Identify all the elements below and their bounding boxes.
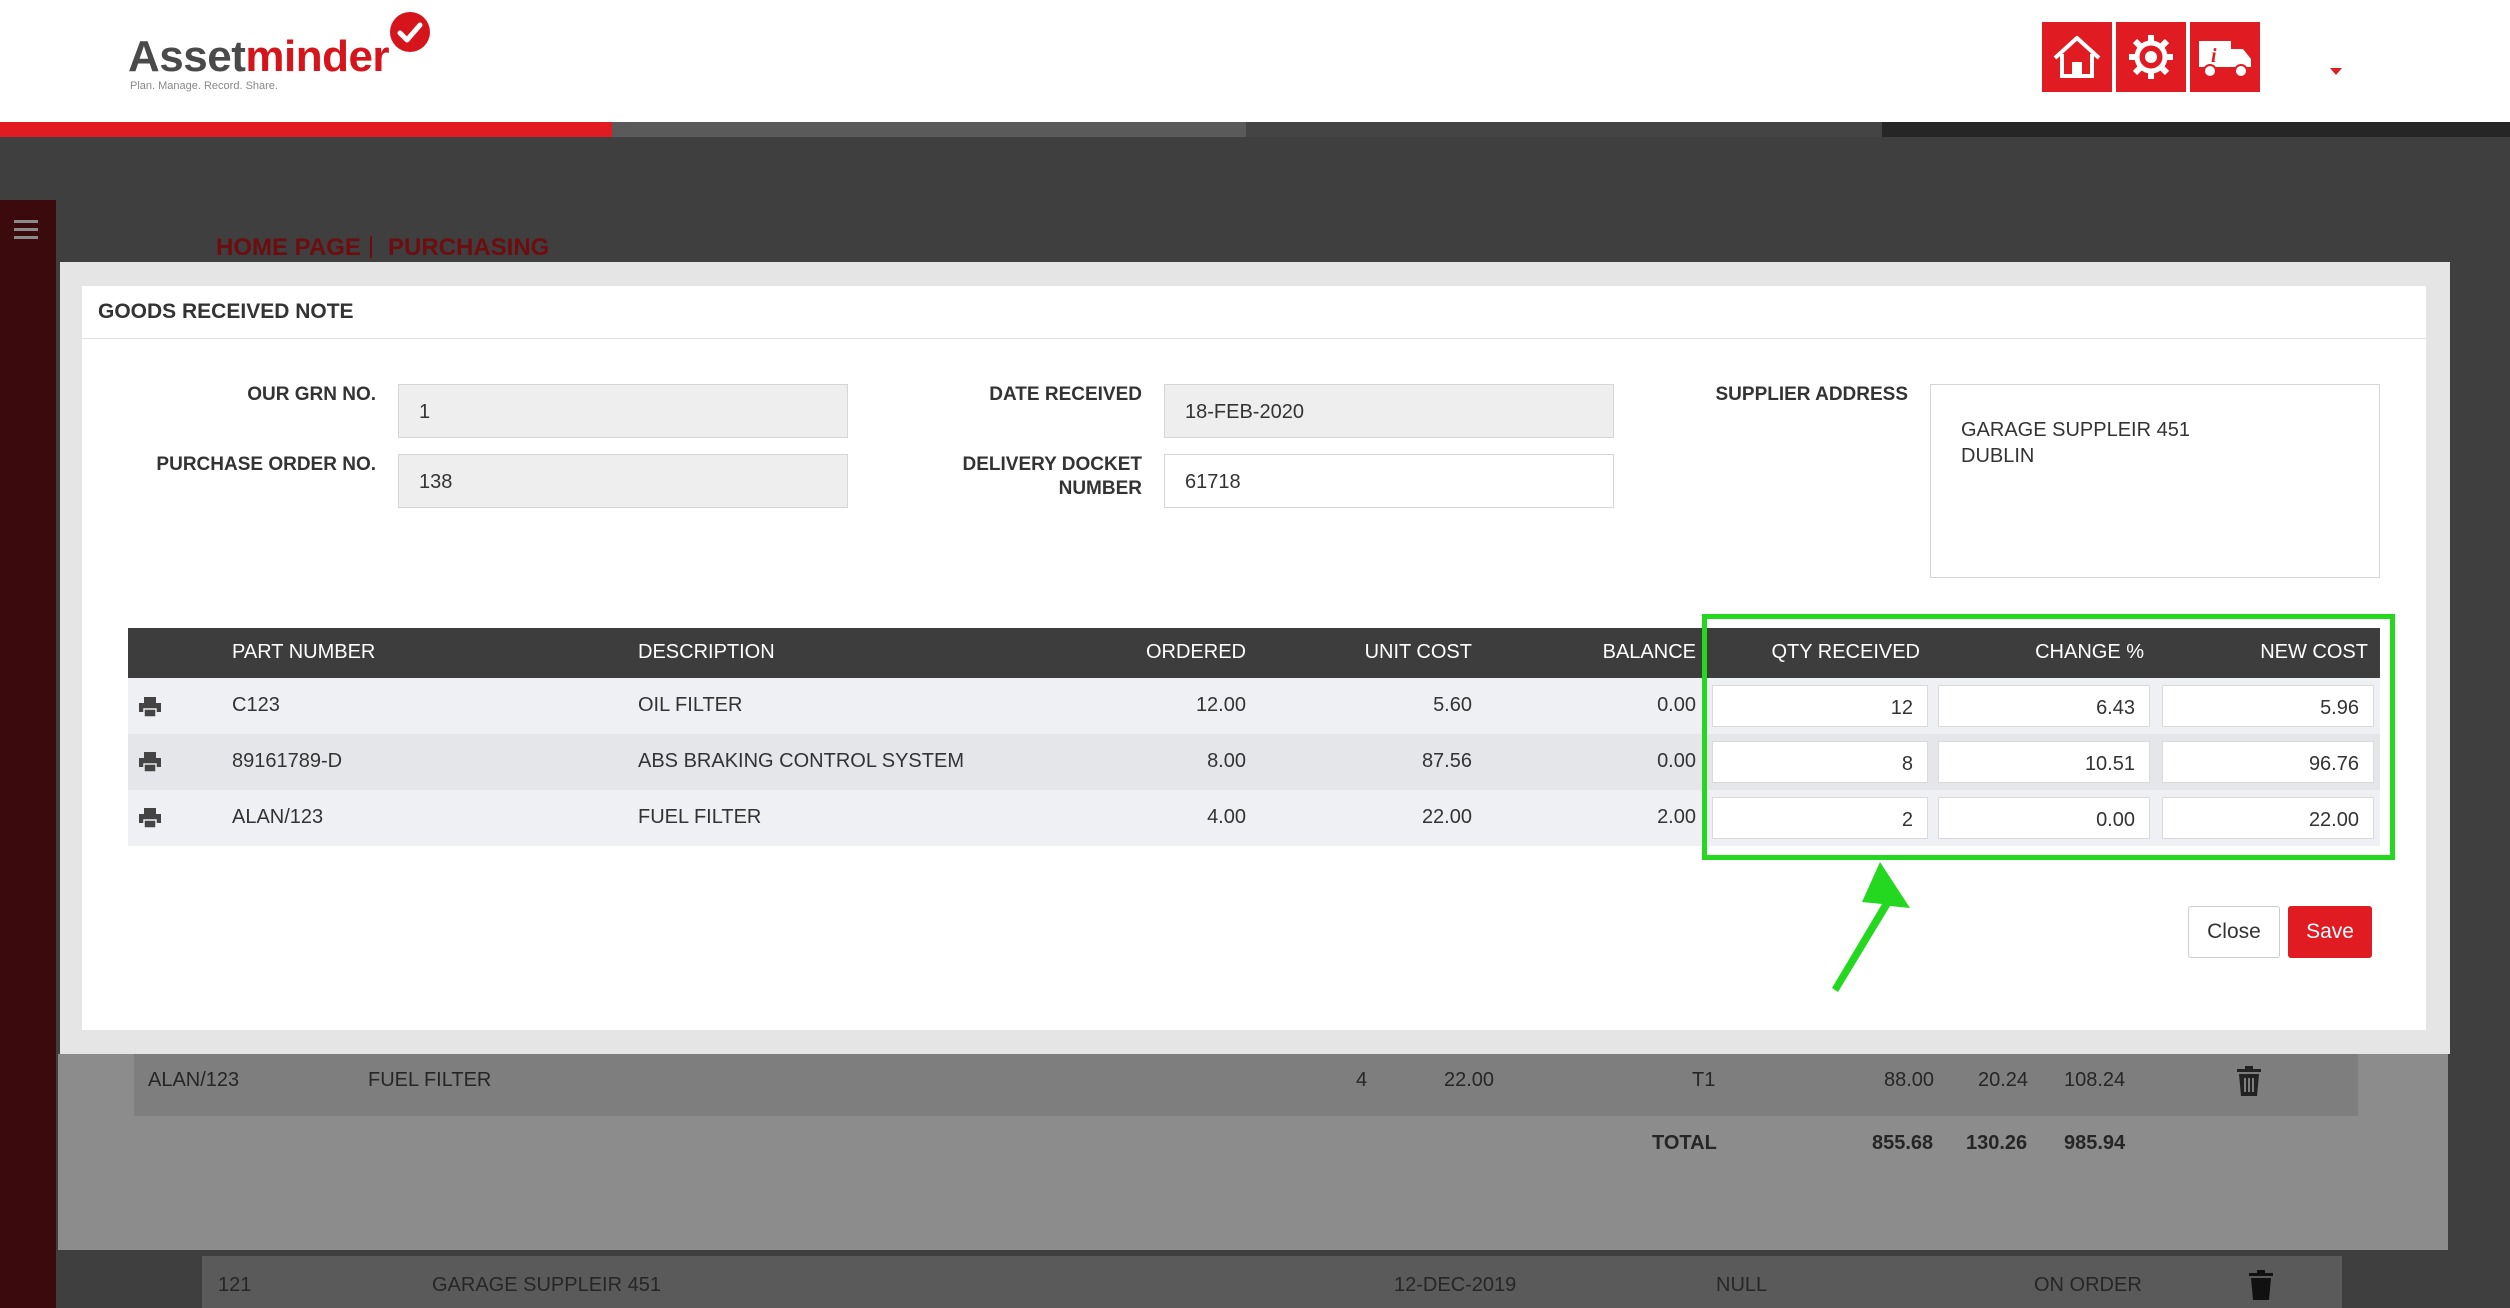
date-received-label: DATE RECEIVED bbox=[989, 384, 1142, 405]
total-gross: 985.94 bbox=[2064, 1132, 2126, 1154]
col-balance: BALANCE bbox=[1602, 641, 1696, 663]
print-icon[interactable] bbox=[139, 697, 161, 717]
header-stripe-red bbox=[0, 122, 612, 137]
row-part-number: C123 bbox=[232, 694, 280, 716]
modal-title: GOODS RECEIVED NOTE bbox=[98, 300, 354, 323]
order-line-gross: 108.24 bbox=[2064, 1069, 2126, 1091]
purchase-order-number-field: 138 bbox=[398, 454, 848, 508]
hamburger-menu-icon[interactable] bbox=[14, 220, 38, 240]
home-button[interactable] bbox=[2042, 22, 2112, 92]
supplier-address-box[interactable]: GARAGE SUPPLEIR 451 DUBLIN bbox=[1930, 384, 2380, 578]
delivery-docket-label-line2: NUMBER bbox=[1058, 478, 1142, 499]
order-line-net: 88.00 bbox=[1884, 1069, 1935, 1091]
order-line-description: FUEL FILTER bbox=[368, 1069, 492, 1091]
row-ordered: 12.00 bbox=[1195, 694, 1246, 716]
settings-button[interactable] bbox=[2116, 22, 2186, 92]
order-line-tax-code: T1 bbox=[1692, 1069, 1716, 1091]
truck-info-icon: i bbox=[2199, 41, 2251, 78]
svg-text:i: i bbox=[2211, 45, 2217, 67]
col-ordered: ORDERED bbox=[1145, 641, 1246, 663]
delivery-docket-label: DELIVERY DOCKET NUMBER bbox=[920, 453, 1142, 501]
header-stripe-dark bbox=[1246, 122, 1882, 137]
header-stripe-grey bbox=[612, 122, 1246, 137]
row-part-number: 89161789-D bbox=[232, 750, 343, 772]
col-part-number: PART NUMBER bbox=[232, 641, 376, 663]
delivery-docket-input[interactable]: 61718 bbox=[1164, 454, 1614, 508]
col-unit-cost: UNIT COST bbox=[1364, 641, 1472, 663]
purchase-order-supplier: GARAGE SUPPLEIR 451 bbox=[432, 1274, 661, 1296]
user-menu-dropdown-icon[interactable] bbox=[2330, 68, 2342, 75]
grn-number-label: OUR GRN NO. bbox=[247, 384, 376, 405]
row-balance: 0.00 bbox=[1657, 694, 1696, 716]
total-vat: 130.26 bbox=[1966, 1132, 2028, 1154]
header-stripe-black bbox=[1882, 122, 2510, 137]
logo-tagline: Plan. Manage. Record. Share. bbox=[130, 80, 278, 92]
trash-icon[interactable] bbox=[2236, 1066, 2262, 1096]
purchase-order-date: 12-DEC-2019 bbox=[1394, 1274, 1517, 1296]
row-description: ABS BRAKING CONTROL SYSTEM bbox=[638, 750, 964, 772]
app-header: Assetminder Plan. Manage. Record. Share. bbox=[0, 0, 2510, 122]
order-line-part: ALAN/123 bbox=[148, 1069, 240, 1091]
trash-icon[interactable] bbox=[2248, 1270, 2274, 1300]
supplier-address-line1: GARAGE SUPPLEIR 451 bbox=[1961, 419, 2190, 441]
order-line-vat: 20.24 bbox=[1978, 1069, 2029, 1091]
modal-title-divider bbox=[82, 338, 2426, 339]
row-unit-cost: 87.56 bbox=[1421, 750, 1472, 772]
gear-icon bbox=[2129, 35, 2173, 79]
row-ordered: 4.00 bbox=[1207, 806, 1246, 828]
breadcrumb-home[interactable]: HOME PAGE bbox=[216, 234, 361, 262]
save-button[interactable]: Save bbox=[2288, 906, 2372, 958]
supplier-address-line2: DUBLIN bbox=[1961, 445, 2035, 467]
breadcrumb-separator bbox=[370, 236, 372, 258]
total-label: TOTAL bbox=[1652, 1132, 1717, 1154]
highlight-box bbox=[1702, 614, 2395, 860]
order-line-price: 22.00 bbox=[1444, 1069, 1495, 1091]
row-ordered: 8.00 bbox=[1207, 750, 1246, 772]
purchase-order-status: ON ORDER bbox=[2034, 1274, 2142, 1296]
row-description: FUEL FILTER bbox=[638, 806, 762, 828]
logo-wordmark: Assetminder bbox=[128, 32, 390, 81]
assetminder-logo[interactable]: Assetminder Plan. Manage. Record. Share. bbox=[128, 12, 448, 96]
sidebar bbox=[0, 200, 56, 1308]
row-part-number: ALAN/123 bbox=[232, 806, 324, 828]
vehicle-info-button[interactable]: i bbox=[2190, 22, 2260, 92]
purchase-order-value: NULL bbox=[1716, 1274, 1768, 1296]
purchase-order-id: 121 bbox=[218, 1274, 252, 1296]
grn-number-field: 1 bbox=[398, 384, 848, 438]
close-button[interactable]: Close bbox=[2188, 906, 2280, 958]
row-description: OIL FILTER bbox=[638, 694, 743, 716]
delivery-docket-label-line1: DELIVERY DOCKET bbox=[962, 454, 1142, 475]
home-icon bbox=[2053, 36, 2101, 78]
row-unit-cost: 22.00 bbox=[1421, 806, 1472, 828]
row-unit-cost: 5.60 bbox=[1433, 694, 1472, 716]
date-received-field[interactable]: 18-FEB-2020 bbox=[1164, 384, 1614, 438]
purchase-order-number-label: PURCHASE ORDER NO. bbox=[156, 454, 376, 475]
annotation-arrow-icon bbox=[1832, 862, 1910, 992]
print-icon[interactable] bbox=[139, 808, 161, 828]
row-balance: 2.00 bbox=[1657, 806, 1696, 828]
supplier-address-label: SUPPLIER ADDRESS bbox=[1715, 384, 1909, 405]
col-description: DESCRIPTION bbox=[638, 641, 775, 663]
logo-check-icon bbox=[390, 12, 430, 52]
order-line-qty: 4 bbox=[1356, 1069, 1368, 1091]
breadcrumb-purchasing[interactable]: PURCHASING bbox=[388, 234, 549, 262]
total-net: 855.68 bbox=[1872, 1132, 1934, 1154]
row-balance: 0.00 bbox=[1657, 750, 1696, 772]
print-icon[interactable] bbox=[139, 752, 161, 772]
